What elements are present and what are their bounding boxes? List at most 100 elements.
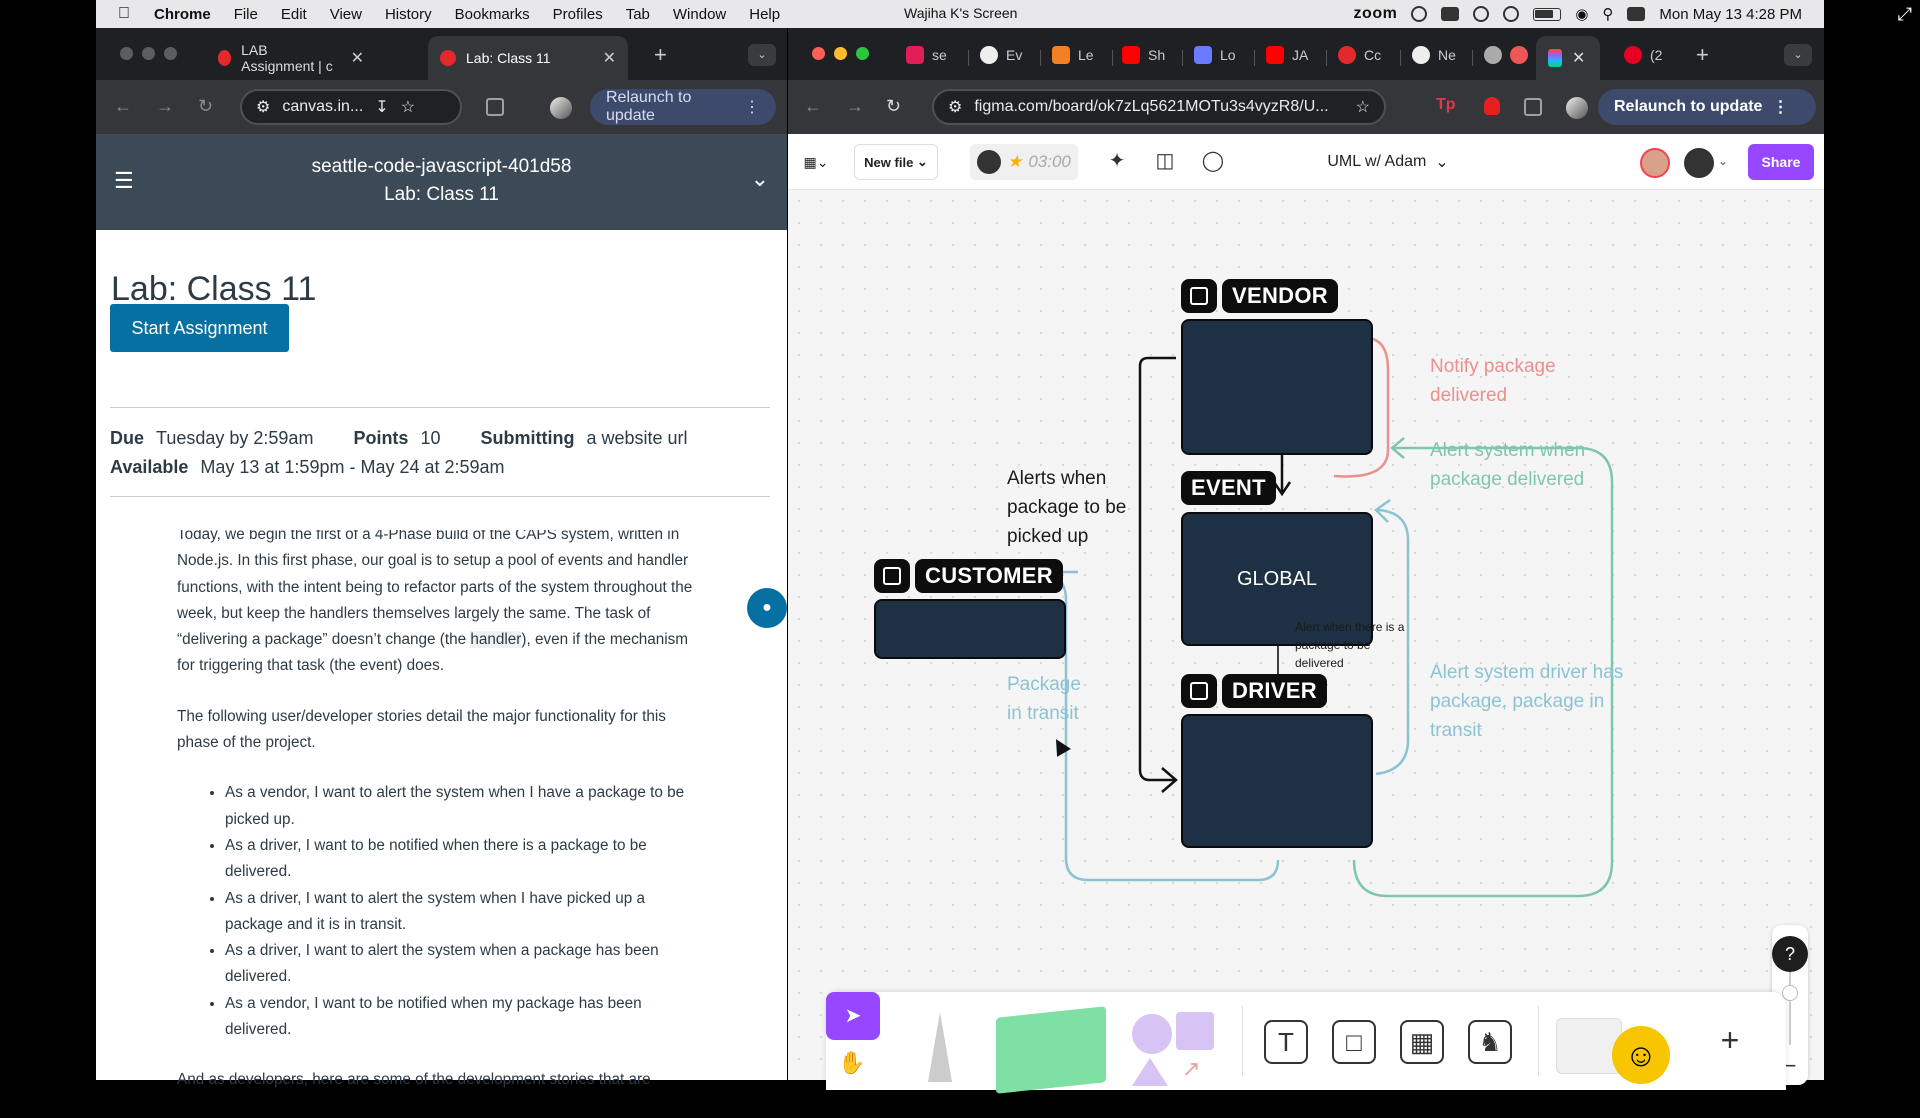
close-tab-icon[interactable]: ✕ (603, 48, 616, 68)
menu-bookmarks[interactable]: Bookmarks (455, 6, 530, 23)
arrow-shape-icon[interactable]: ↗ (1182, 1056, 1200, 1082)
search-icon[interactable]: ⚲ (1602, 5, 1613, 23)
tab-search-icon[interactable]: ⌄ (748, 44, 776, 66)
note-alert-package-to-deliver[interactable]: Alert when there is a package to be deli… (1295, 618, 1405, 672)
tab-le[interactable]: Le (1052, 46, 1094, 64)
course-name[interactable]: seattle-code-javascript-401d58 (96, 156, 787, 178)
sticky-note-tool-icon[interactable] (996, 1006, 1106, 1094)
zoom-slider-track[interactable] (1789, 965, 1791, 1045)
menu-tab[interactable]: Tab (626, 6, 650, 23)
kebab-menu-icon[interactable]: ⋮ (1772, 97, 1788, 117)
menu-file[interactable]: File (234, 6, 258, 23)
event-label[interactable]: EVENT (1181, 471, 1276, 505)
note-driver-has-package[interactable]: Alert system driver has package, package… (1430, 658, 1630, 745)
extensions-icon[interactable] (486, 98, 504, 116)
battery-icon[interactable] (1533, 7, 1562, 21)
note-alerts-pickup[interactable]: Alerts when package to be picked up (1007, 464, 1147, 551)
tab-github-1[interactable]: Ev (980, 46, 1022, 64)
text-tool-icon[interactable]: T (1264, 1020, 1308, 1064)
menu-app-name[interactable]: Chrome (154, 6, 211, 23)
menu-view[interactable]: View (330, 6, 362, 23)
tab-lab-class-11[interactable]: Lab: Class 11 ✕ (428, 36, 628, 80)
tab-pinterest[interactable]: (2 (1624, 46, 1662, 64)
new-file-button[interactable]: New file ⌄ (854, 144, 938, 180)
close-tab-icon[interactable]: ✕ (1572, 48, 1585, 68)
circle-shape-icon[interactable] (1132, 1014, 1172, 1054)
timer-widget[interactable]: ★ 03:00 (970, 144, 1078, 180)
menu-history[interactable]: History (385, 6, 432, 23)
vendor-label[interactable]: VENDOR (1222, 279, 1338, 313)
tab-slack[interactable]: se (906, 46, 947, 64)
tab-lo[interactable]: Lo (1194, 46, 1236, 64)
note-package-in-transit[interactable]: Package in transit (1007, 670, 1097, 728)
window-controls[interactable] (120, 47, 177, 60)
help-button[interactable]: ? (1772, 936, 1808, 972)
ai-sparkle-icon[interactable]: ✦ (1104, 148, 1130, 174)
site-settings-icon[interactable]: ⚙ (948, 97, 962, 117)
select-tool-icon[interactable]: ➤ (826, 992, 880, 1040)
figjam-canvas[interactable]: VENDOR EVENT GLOBAL DRIVER CUSTOMER Aler… (788, 190, 1824, 1094)
marker-tool-icon[interactable] (928, 1012, 952, 1082)
close-tab-icon[interactable]: ✕ (351, 48, 364, 68)
templates-icon[interactable] (1556, 1018, 1622, 1074)
tab-search-icon[interactable]: ⌄ (1784, 44, 1812, 66)
address-bar[interactable]: ⚙ figma.com/board/ok7zLq5621MOTu3s4vyzR8… (932, 89, 1386, 125)
zoom-status[interactable]: zoom (1354, 5, 1398, 23)
new-tab-icon[interactable]: + (654, 42, 667, 68)
driver-box[interactable] (1181, 714, 1373, 848)
hand-tool-icon[interactable]: ✋ (838, 1050, 865, 1076)
control-center-icon[interactable] (1627, 7, 1646, 21)
profile-avatar[interactable] (550, 97, 572, 119)
bookmark-star-icon[interactable]: ☆ (1356, 97, 1370, 117)
tab-figma-active[interactable]: ✕ (1536, 36, 1600, 80)
collaborator-avatar[interactable] (1640, 148, 1670, 178)
chevron-down-icon[interactable]: ⌄ (1718, 154, 1728, 168)
own-avatar[interactable] (1684, 148, 1714, 178)
vendor-box[interactable] (1181, 319, 1373, 455)
forward-icon[interactable]: → (156, 96, 174, 117)
reload-icon[interactable]: ↻ (886, 96, 901, 117)
square-shape-icon[interactable] (1176, 1012, 1214, 1050)
extensions-icon[interactable] (1524, 98, 1542, 116)
tab-lab-assignment[interactable]: LAB Assignment | c ✕ (206, 36, 376, 80)
emoji-widget-icon[interactable]: ☺ (1612, 1026, 1670, 1084)
customer-label[interactable]: CUSTOMER (915, 559, 1063, 593)
profile-avatar[interactable] (1566, 97, 1588, 119)
menu-help[interactable]: Help (749, 6, 780, 23)
comment-icon[interactable]: ◯ (1200, 148, 1226, 174)
tab-canvas[interactable]: Cc (1338, 46, 1381, 64)
customer-box[interactable] (874, 599, 1066, 659)
play-icon[interactable] (1503, 6, 1520, 22)
forward-icon[interactable]: → (846, 96, 864, 117)
menu-datetime[interactable]: Mon May 13 4:28 PM (1659, 6, 1802, 23)
stamp-tool-icon[interactable]: ♞ (1468, 1020, 1512, 1064)
kebab-menu-icon[interactable]: ⋮ (744, 97, 760, 117)
site-settings-icon[interactable]: ⚙ (256, 97, 270, 117)
tab-github-2[interactable]: Ne (1412, 46, 1456, 64)
note-notify-delivered[interactable]: Notify package delivered (1430, 352, 1570, 410)
tab-youtube-1[interactable]: Sh (1122, 46, 1165, 64)
address-bar[interactable]: ⚙ canvas.in... ↧ ☆ (240, 89, 462, 125)
relaunch-button[interactable]: Relaunch to update ⋮ (590, 89, 776, 125)
menu-profiles[interactable]: Profiles (553, 6, 603, 23)
layout-icon[interactable]: ◫ (1152, 148, 1178, 174)
install-icon[interactable]: ↧ (375, 97, 388, 117)
apple-icon[interactable]:  (118, 5, 130, 23)
tp-extension-icon[interactable]: Tp (1436, 96, 1456, 114)
note-alert-system-delivered[interactable]: Alert system when package delivered (1430, 436, 1616, 494)
back-icon[interactable]: ← (804, 96, 822, 117)
fullscreen-exit-icon[interactable]: ⤢ (1898, 4, 1912, 25)
add-more-icon[interactable]: + (1708, 1020, 1752, 1064)
section-tool-icon[interactable]: □ (1332, 1020, 1376, 1064)
back-icon[interactable]: ← (114, 96, 132, 117)
reload-icon[interactable]: ↻ (198, 96, 213, 117)
table-tool-icon[interactable]: ▦ (1400, 1020, 1444, 1064)
figma-menu-icon[interactable]: ▦⌄ (798, 144, 834, 180)
menu-edit[interactable]: Edit (281, 6, 307, 23)
red-extension-icon[interactable] (1484, 97, 1500, 115)
driver-label[interactable]: DRIVER (1222, 674, 1327, 708)
tab-misc[interactable] (1484, 46, 1528, 64)
extension-icon[interactable] (1441, 7, 1460, 21)
menu-window[interactable]: Window (673, 6, 726, 23)
window-controls[interactable] (812, 47, 869, 60)
